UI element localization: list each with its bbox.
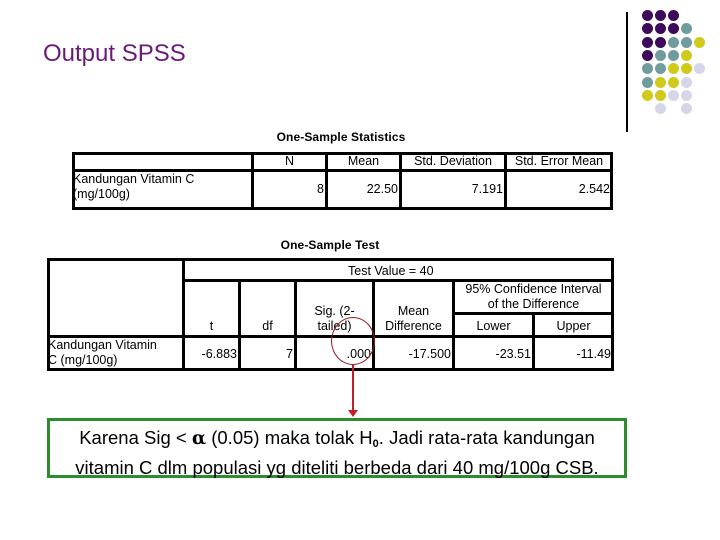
decorative-dot — [668, 89, 680, 101]
test-value-ci-lower: -23.51 — [495, 347, 531, 361]
arrow-shaft — [352, 365, 354, 412]
decorative-dot — [668, 49, 680, 61]
test-value-t: -6.883 — [201, 347, 237, 361]
decorative-dot — [681, 76, 693, 88]
decorative-dot — [642, 76, 653, 88]
stats-row-label-line1: Kandungan Vitamin C — [73, 172, 195, 186]
test-header-t: t — [209, 319, 214, 333]
arrow-down-icon — [348, 410, 358, 417]
decorative-dot — [668, 10, 680, 21]
test-header-df: df — [262, 319, 273, 333]
test-row-label-line2: C (mg/100g) — [48, 353, 118, 367]
stats-header-mean: Mean — [347, 154, 380, 168]
decorative-dot — [642, 23, 653, 35]
alpha-symbol: α — [191, 428, 207, 449]
decorative-dot — [694, 36, 706, 48]
decorative-dot — [655, 63, 667, 75]
conclusion-line2: vitamin C dlm populasi yg diteliti berbe… — [75, 457, 599, 478]
test-header-upper: Upper — [556, 319, 591, 333]
stats-header-n: N — [284, 154, 295, 168]
decorative-dot — [642, 63, 653, 75]
test-header-lower: Lower — [476, 319, 511, 333]
slide-title: Output SPSS — [43, 40, 186, 67]
decorative-dot — [681, 36, 693, 48]
test-header-ci-line2: of the Difference — [487, 297, 580, 311]
decorative-dot — [668, 76, 680, 88]
conclusion-text: . Jadi rata-rata kandungan — [378, 427, 595, 448]
stats-row-label-line2: (mg/100g) — [73, 187, 130, 201]
stats-table-title: One-Sample Statistics — [276, 130, 406, 144]
decorative-dot — [668, 23, 680, 35]
decorative-dot — [655, 89, 667, 101]
test-header-sig-line1: Sig. (2- — [314, 304, 355, 318]
stats-header-std-error-mean: Std. Error Mean — [514, 154, 604, 168]
decorative-dot — [655, 23, 667, 35]
conclusion-text: Karena Sig < — [79, 427, 192, 448]
conclusion-text: (0.05) maka tolak H — [206, 427, 373, 448]
stats-value-std-deviation: 7.191 — [471, 182, 503, 196]
test-row-label-line1: Kandungan Vitamin — [48, 338, 157, 352]
test-value-ci-upper: -11.49 — [576, 347, 611, 361]
decorative-dot — [642, 49, 653, 61]
conclusion-line1: Karena Sig < α (0.05) maka tolak H0. Jad… — [50, 426, 624, 456]
decorative-dot — [655, 76, 667, 88]
stats-header-std-deviation: Std. Deviation — [414, 154, 492, 168]
decorative-dot — [642, 89, 653, 101]
stats-value-mean: 22.50 — [366, 182, 398, 196]
decorative-dot — [681, 89, 693, 101]
conclusion-textbox: Karena Sig < α (0.05) maka tolak H0. Jad… — [47, 418, 627, 478]
decorative-dot — [681, 49, 693, 61]
test-table-title: One-Sample Test — [280, 238, 380, 252]
test-value-mean-difference: -17.500 — [408, 347, 451, 361]
decorative-dot — [668, 36, 680, 48]
test-header-ci-line1: 95% Confidence Interval — [465, 282, 602, 296]
decorative-dot — [655, 10, 667, 21]
sig-highlight-circle — [331, 317, 375, 365]
decorative-dot — [655, 49, 667, 61]
decorative-dot — [668, 63, 680, 75]
decorative-dot — [681, 103, 693, 115]
test-value-label: Test Value = 40 — [348, 264, 434, 278]
decorative-dot — [642, 10, 653, 21]
decorative-divider-line — [626, 12, 628, 132]
decorative-dot — [655, 103, 667, 115]
test-value-df: 7 — [286, 347, 293, 361]
test-header-mean-diff-line2: Difference — [385, 319, 442, 333]
decorative-dot — [642, 36, 653, 48]
decorative-dot — [694, 63, 706, 75]
stats-value-n: 8 — [317, 182, 324, 196]
decorative-dot — [681, 63, 693, 75]
decorative-dot — [655, 36, 667, 48]
decorative-dot — [681, 23, 693, 35]
test-header-mean-diff-line1: Mean — [397, 304, 430, 318]
stats-value-std-error-mean: 2.542 — [578, 182, 610, 196]
